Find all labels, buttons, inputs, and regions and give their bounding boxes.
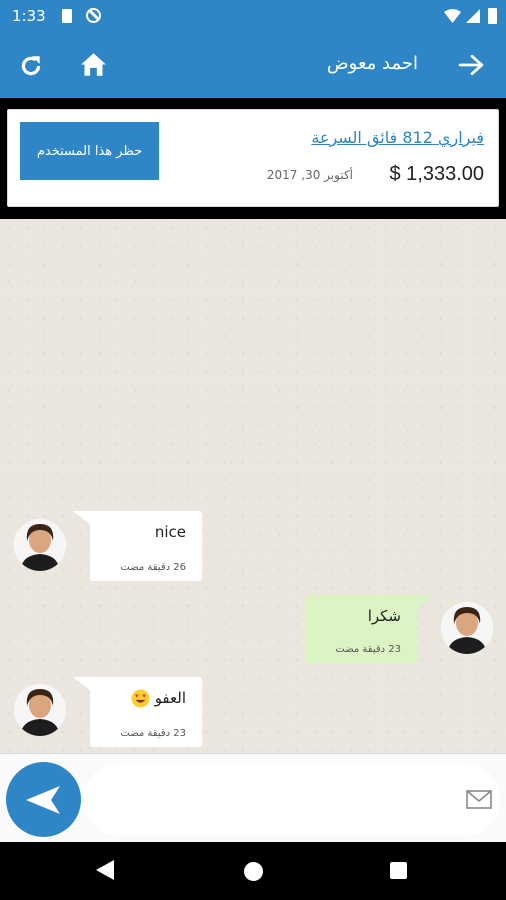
message-text: شكرا — [367, 607, 401, 625]
mail-icon[interactable] — [466, 790, 492, 809]
chat-area[interactable]: nice 26 دقيقة مضت شكرا 23 دقيقة مضت العف… — [0, 219, 506, 753]
system-nav-bar — [0, 842, 506, 900]
avatar-photo — [441, 602, 493, 654]
message-bubble-outgoing[interactable]: شكرا 23 دقيقة مضت — [305, 595, 434, 663]
avatar[interactable] — [441, 602, 493, 654]
page-title: احمد معوض — [326, 53, 418, 74]
status-time: 1:33 — [12, 7, 46, 25]
ad-date: أكتوبر 30, 2017 — [266, 168, 353, 182]
message-input[interactable] — [84, 763, 500, 836]
nav-back-icon[interactable] — [95, 859, 115, 881]
avatar[interactable] — [14, 519, 66, 571]
message-bubble-incoming[interactable]: العفو 23 دقيقة مضت — [73, 677, 202, 747]
nav-home-icon[interactable] — [244, 862, 263, 881]
message-time: 23 دقيقة مضت — [335, 644, 401, 655]
avatar-photo — [14, 684, 66, 736]
signal-icon — [466, 9, 480, 23]
send-icon — [26, 786, 60, 814]
composer-bar — [0, 753, 506, 842]
message-time: 26 دقيقة مضت — [120, 562, 186, 573]
app-bar: احمد معوض — [0, 33, 506, 98]
ad-price: $ 1,333.00 — [389, 163, 484, 185]
message-time: 23 دقيقة مضت — [120, 728, 186, 739]
message-text-row: العفو — [126, 689, 186, 708]
message-bubble-incoming[interactable]: nice 26 دقيقة مضت — [73, 511, 202, 581]
ad-card: حظر هذا المستخدم فيراري 812 فائق السرعة … — [7, 109, 499, 207]
avatar-photo — [14, 519, 66, 571]
refresh-icon[interactable] — [18, 53, 44, 79]
back-arrow-icon[interactable] — [458, 54, 484, 76]
home-icon[interactable] — [80, 52, 107, 77]
status-bar: 1:33 — [0, 0, 506, 33]
message-text: nice — [154, 523, 186, 541]
message-text: العفو — [154, 689, 186, 707]
avatar[interactable] — [14, 684, 66, 736]
send-button[interactable] — [6, 762, 81, 837]
ad-title-link[interactable]: فيراري 812 فائق السرعة — [311, 128, 484, 147]
sim-card-icon — [62, 9, 72, 23]
do-not-disturb-icon — [86, 8, 101, 23]
wifi-icon — [444, 9, 461, 23]
block-user-button[interactable]: حظر هذا المستخدم — [20, 122, 159, 180]
heart-eyes-emoji-icon — [131, 689, 150, 708]
battery-icon — [488, 8, 497, 24]
nav-recents-icon[interactable] — [390, 862, 407, 879]
